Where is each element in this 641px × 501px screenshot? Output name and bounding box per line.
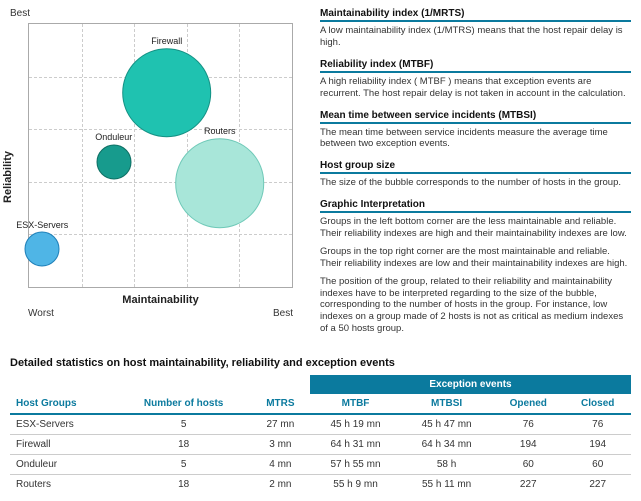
table-cell: 27 mn xyxy=(251,414,310,435)
table-cell: 227 xyxy=(492,475,564,495)
table-cell: ESX-Servers xyxy=(10,414,117,435)
table-cell: Onduleur xyxy=(10,455,117,475)
table-cell: 227 xyxy=(564,475,631,495)
table-cell: 3 mn xyxy=(251,435,310,455)
legend-text: A low maintainability index (1/MTRS) mea… xyxy=(320,25,631,49)
axis-best-bottom: Best xyxy=(273,308,293,319)
table-cell: 60 xyxy=(492,455,564,475)
x-axis-label: Maintainability xyxy=(28,294,293,306)
col-opened: Opened xyxy=(492,394,564,414)
axis-bottom-labels: Worst Best xyxy=(28,308,293,319)
y-axis-label: Reliability xyxy=(2,151,14,203)
legend-mtbsi: Mean time between service incidents (MTB… xyxy=(320,110,631,151)
table-cell: 60 xyxy=(564,455,631,475)
bubble-onduleur xyxy=(96,144,131,179)
legend-interpretation: Graphic Interpretation Groups in the lef… xyxy=(320,199,631,335)
bubble-esx-servers xyxy=(25,232,60,267)
bubble-label: Onduleur xyxy=(95,132,132,142)
table-title: Detailed statistics on host maintainabil… xyxy=(10,357,631,369)
table-header-row: Host Groups Number of hosts MTRS MTBF MT… xyxy=(10,394,631,414)
bubble-chart: ESX-ServersOnduleurFirewallRouters xyxy=(28,23,293,288)
table-row: Routers182 mn55 h 9 mn55 h 11 mn227227 xyxy=(10,475,631,495)
table-cell: 55 h 11 mn xyxy=(401,475,492,495)
legend-title: Graphic Interpretation xyxy=(320,199,631,213)
table-cell: Firewall xyxy=(10,435,117,455)
table-cell: 64 h 34 mn xyxy=(401,435,492,455)
legend-paragraph: Groups in the top right corner are the m… xyxy=(320,246,631,270)
bubble-label: Firewall xyxy=(151,36,182,46)
table-cell: 57 h 55 mn xyxy=(310,455,401,475)
stats-table: Exception events Host Groups Number of h… xyxy=(10,375,631,494)
legend-paragraph: The position of the group, related to th… xyxy=(320,276,631,335)
bubble-routers xyxy=(175,138,265,228)
legend-title: Maintainability index (1/MRTS) xyxy=(320,8,631,22)
table-cell: 64 h 31 mn xyxy=(310,435,401,455)
col-closed: Closed xyxy=(564,394,631,414)
legend-text: The mean time between service incidents … xyxy=(320,127,631,151)
table-cell: 5 xyxy=(117,414,251,435)
legend-size: Host group size The size of the bubble c… xyxy=(320,160,631,189)
table-cell: 45 h 47 mn xyxy=(401,414,492,435)
table-row: Onduleur54 mn57 h 55 mn58 h6060 xyxy=(10,455,631,475)
table-row: ESX-Servers527 mn45 h 19 mn45 h 47 mn767… xyxy=(10,414,631,435)
axis-worst-bottom: Worst xyxy=(28,308,54,319)
bubble-label: Routers xyxy=(204,126,236,136)
legend-title: Host group size xyxy=(320,160,631,174)
table-row: Firewall183 mn64 h 31 mn64 h 34 mn194194 xyxy=(10,435,631,455)
table-cell: 58 h xyxy=(401,455,492,475)
legend-title: Reliability index (MTBF) xyxy=(320,59,631,73)
legend-column: Maintainability index (1/MRTS) A low mai… xyxy=(320,8,631,345)
legend-text: Groups in the left bottom corner are the… xyxy=(320,216,631,335)
table-cell: 18 xyxy=(117,475,251,495)
bubble-firewall xyxy=(122,48,212,138)
table-cell: 194 xyxy=(492,435,564,455)
col-mtbf: MTBF xyxy=(310,394,401,414)
table-cell: 5 xyxy=(117,455,251,475)
axis-best-top: Best xyxy=(10,8,310,19)
legend-paragraph: Groups in the left bottom corner are the… xyxy=(320,216,631,240)
table-cell: 2 mn xyxy=(251,475,310,495)
stats-table-section: Detailed statistics on host maintainabil… xyxy=(10,357,631,494)
group-header: Exception events xyxy=(310,375,631,394)
top-panel: Best Reliability ESX-ServersOnduleurFire… xyxy=(10,8,631,345)
col-mtbsi: MTBSI xyxy=(401,394,492,414)
bubble-label: ESX-Servers xyxy=(16,220,68,230)
table-cell: 76 xyxy=(564,414,631,435)
legend-title: Mean time between service incidents (MTB… xyxy=(320,110,631,124)
chart-column: Best Reliability ESX-ServersOnduleurFire… xyxy=(10,8,310,345)
table-cell: 76 xyxy=(492,414,564,435)
table-cell: 18 xyxy=(117,435,251,455)
table-cell: 45 h 19 mn xyxy=(310,414,401,435)
col-mtrs: MTRS xyxy=(251,394,310,414)
col-number-hosts: Number of hosts xyxy=(117,394,251,414)
table-cell: 194 xyxy=(564,435,631,455)
table-cell: 4 mn xyxy=(251,455,310,475)
table-cell: 55 h 9 mn xyxy=(310,475,401,495)
legend-text: The size of the bubble corresponds to th… xyxy=(320,177,631,189)
legend-reliability: Reliability index (MTBF) A high reliabil… xyxy=(320,59,631,100)
legend-text: A high reliability index ( MTBF ) means … xyxy=(320,76,631,100)
table-group-header-row: Exception events xyxy=(10,375,631,394)
table-cell: Routers xyxy=(10,475,117,495)
col-host-groups: Host Groups xyxy=(10,394,117,414)
legend-maintainability: Maintainability index (1/MRTS) A low mai… xyxy=(320,8,631,49)
